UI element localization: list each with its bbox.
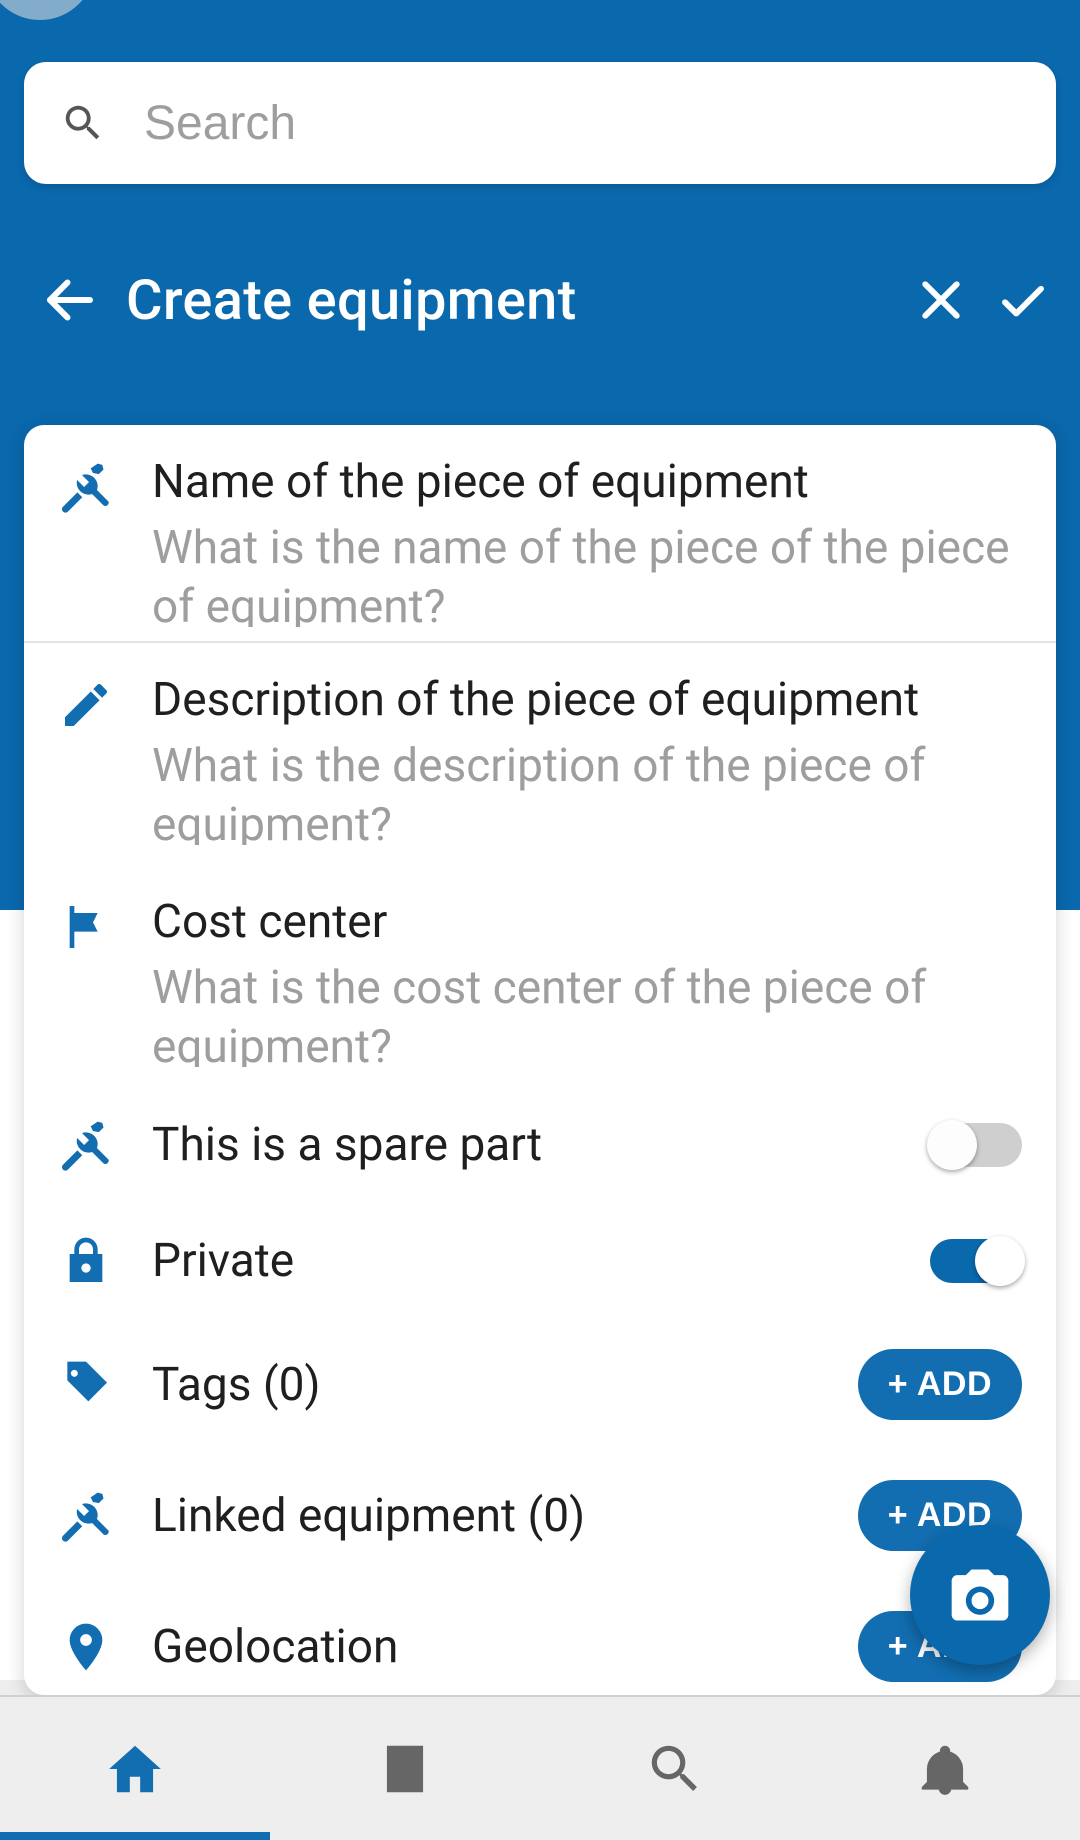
nav-list[interactable] <box>270 1697 540 1840</box>
linked-equipment-label: Linked equipment (0) <box>152 1489 858 1543</box>
cancel-button[interactable] <box>914 273 968 327</box>
private-row: Private <box>24 1203 1056 1319</box>
pencil-icon <box>58 677 114 733</box>
search-input[interactable] <box>144 96 1020 151</box>
tags-label: Tags (0) <box>152 1358 858 1412</box>
search-icon <box>60 100 106 146</box>
description-placeholder: What is the description of the piece of … <box>152 737 1022 845</box>
tags-row: Tags (0) + ADD <box>24 1319 1056 1450</box>
title-bar: Create equipment <box>0 250 1080 350</box>
tag-icon <box>58 1357 114 1413</box>
pin-icon <box>58 1619 114 1675</box>
nav-home[interactable] <box>0 1697 270 1840</box>
cost-center-field[interactable]: Cost center What is the cost center of t… <box>24 865 1056 1087</box>
geolocation-row: Geolocation + ADD <box>24 1581 1056 1695</box>
private-label: Private <box>152 1234 930 1288</box>
name-label: Name of the piece of equipment <box>152 455 1022 509</box>
tools-icon <box>58 1117 114 1173</box>
description-label: Description of the piece of equipment <box>152 673 1022 727</box>
confirm-button[interactable] <box>996 273 1050 327</box>
nav-search[interactable] <box>540 1697 810 1840</box>
private-toggle[interactable] <box>930 1239 1022 1283</box>
tools-icon <box>58 459 114 515</box>
name-placeholder: What is the name of the piece of the pie… <box>152 519 1022 627</box>
flag-icon <box>58 899 114 955</box>
spare-part-toggle[interactable] <box>930 1123 1022 1167</box>
name-field[interactable]: Name of the piece of equipment What is t… <box>24 425 1056 643</box>
form-card: Name of the piece of equipment What is t… <box>24 425 1056 1695</box>
tools-icon <box>58 1488 114 1544</box>
add-tag-button[interactable]: + ADD <box>858 1349 1022 1420</box>
nav-active-indicator <box>0 1832 270 1840</box>
description-field[interactable]: Description of the piece of equipment Wh… <box>24 643 1056 865</box>
search-bar[interactable] <box>24 62 1056 184</box>
spare-part-label: This is a spare part <box>152 1118 930 1172</box>
lock-icon <box>58 1233 114 1289</box>
linked-equipment-row: Linked equipment (0) + ADD <box>24 1450 1056 1581</box>
document-icon <box>374 1738 436 1800</box>
cost-center-label: Cost center <box>152 895 1022 949</box>
nav-notifications[interactable] <box>810 1697 1080 1840</box>
camera-icon <box>946 1561 1014 1629</box>
back-button[interactable] <box>40 270 100 330</box>
bell-icon <box>914 1738 976 1800</box>
geolocation-label: Geolocation <box>152 1620 858 1674</box>
spare-part-row: This is a spare part <box>24 1087 1056 1203</box>
page-title: Create equipment <box>126 267 886 333</box>
cost-center-placeholder: What is the cost center of the piece of … <box>152 959 1022 1067</box>
home-icon <box>104 1738 166 1800</box>
bottom-nav <box>0 1695 1080 1840</box>
camera-fab[interactable] <box>910 1525 1050 1665</box>
search-icon <box>644 1738 706 1800</box>
